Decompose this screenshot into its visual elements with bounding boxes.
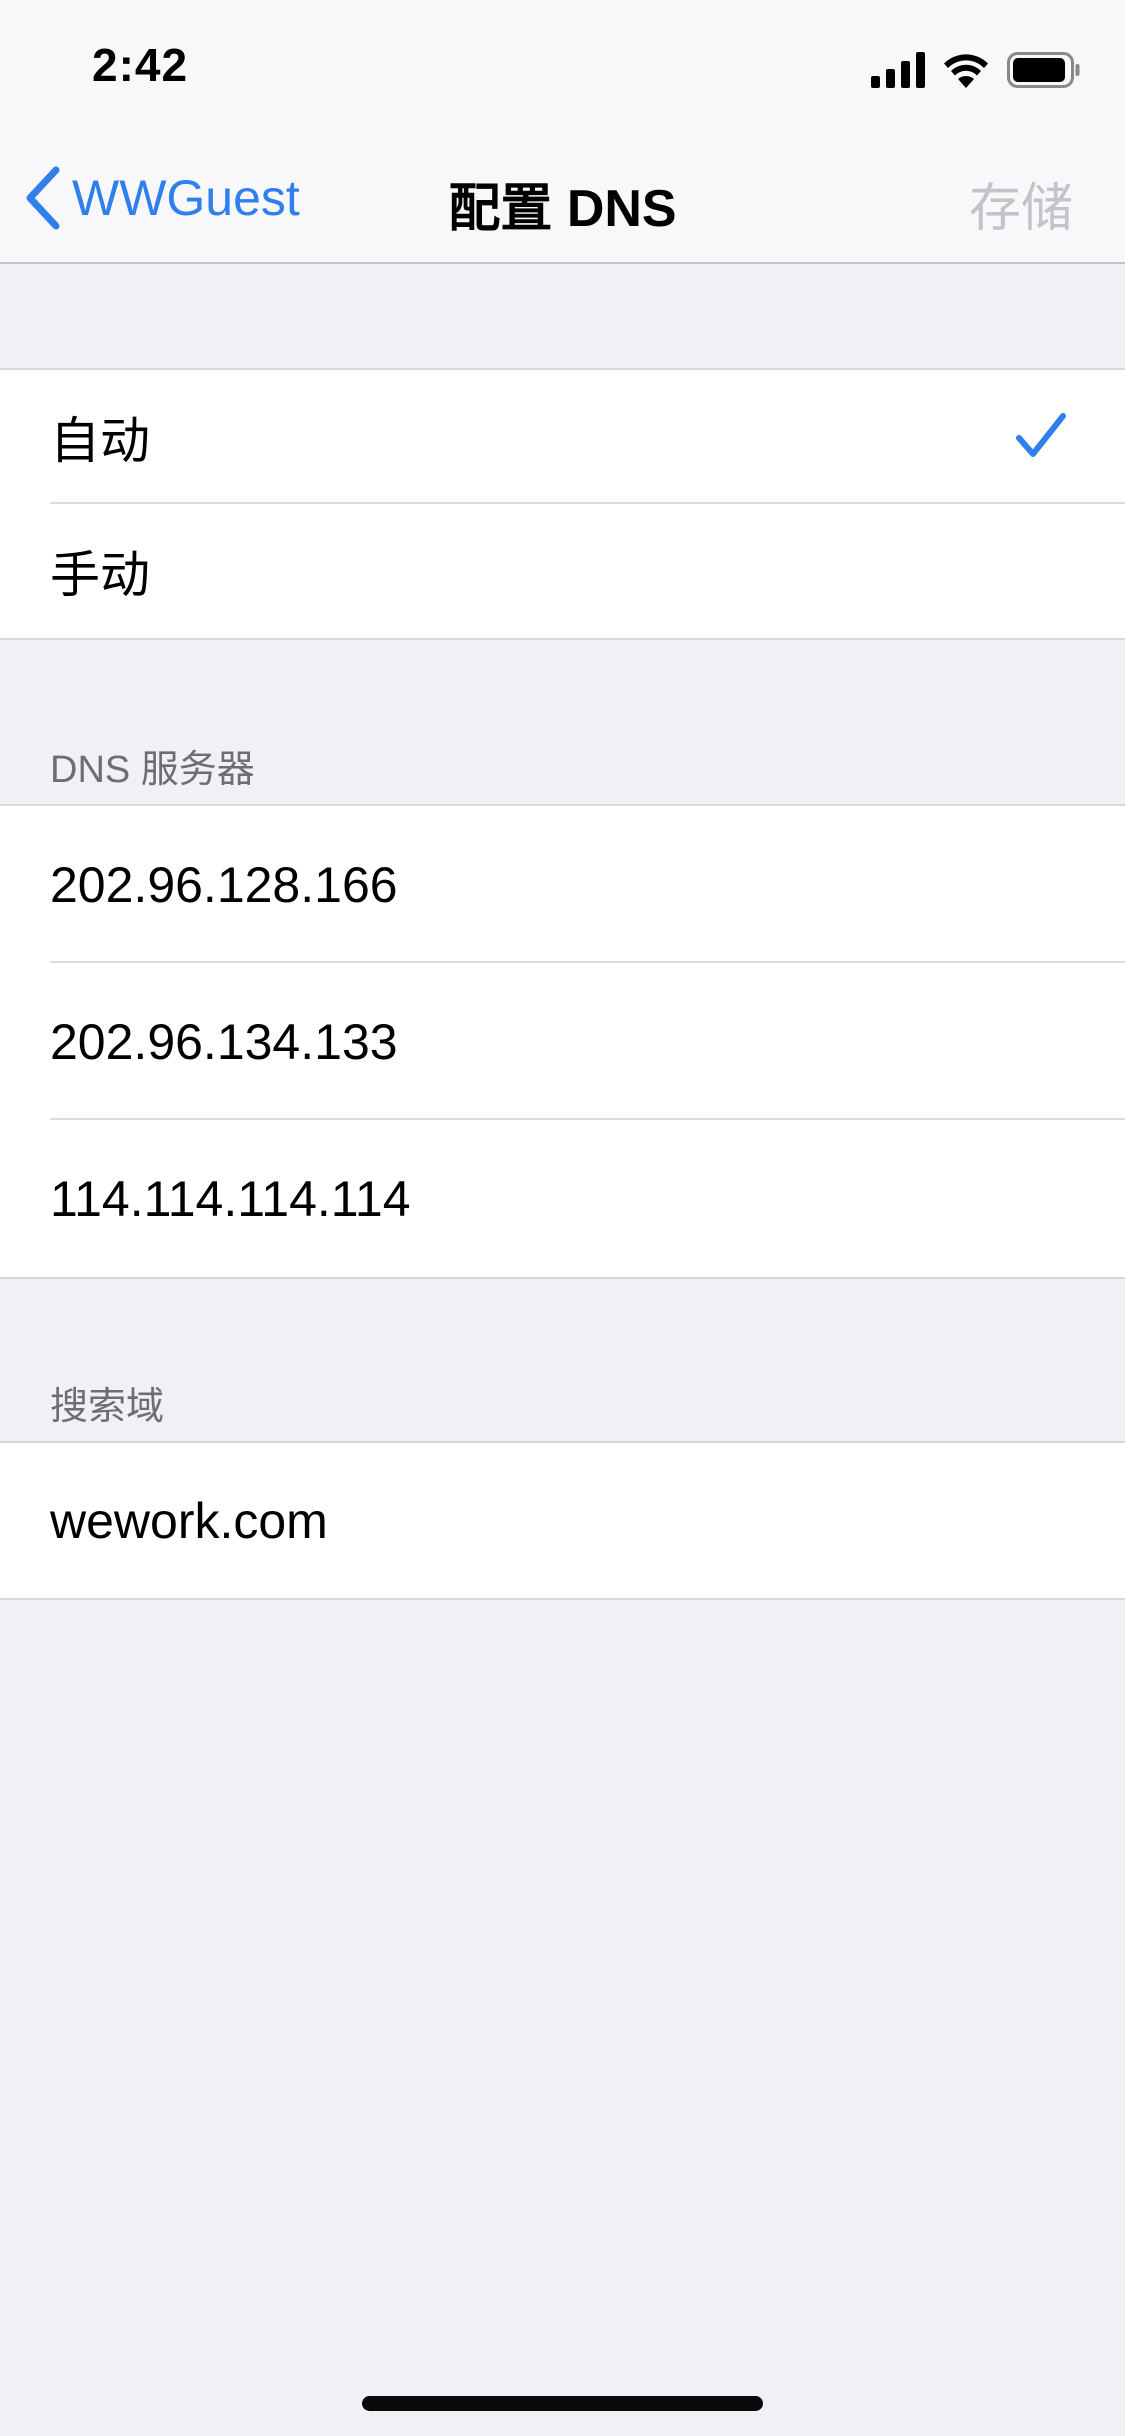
dns-mode-group: 自动 手动 bbox=[0, 368, 1125, 640]
battery-icon bbox=[1007, 52, 1080, 88]
status-time: 2:42 bbox=[92, 39, 189, 91]
cellular-signal-icon bbox=[871, 52, 925, 88]
navigation-bar: WWGuest 配置 DNS 存储 bbox=[0, 132, 1125, 264]
page-title: 配置 DNS bbox=[448, 180, 677, 238]
dns-servers-header: DNS 服务器 bbox=[50, 749, 255, 791]
mode-option-label: 手动 bbox=[50, 547, 150, 603]
mode-option-manual[interactable]: 手动 bbox=[0, 504, 1125, 638]
dns-server-address: 202.96.134.133 bbox=[50, 1013, 398, 1070]
search-domain-row[interactable]: wework.com bbox=[0, 1443, 1125, 1598]
search-domain-value: wework.com bbox=[50, 1492, 328, 1549]
status-icons bbox=[871, 48, 1081, 92]
wifi-icon bbox=[944, 54, 988, 88]
checkmark-icon bbox=[1016, 413, 1066, 457]
dns-servers-group: 202.96.128.166 202.96.134.133 114.114.11… bbox=[0, 804, 1125, 1279]
search-domains-group: wework.com bbox=[0, 1441, 1125, 1600]
dns-server-row[interactable]: 114.114.114.114 bbox=[0, 1120, 1125, 1277]
mode-option-label: 自动 bbox=[50, 413, 150, 469]
dns-server-row[interactable]: 202.96.134.133 bbox=[0, 963, 1125, 1120]
status-bar: 2:42 bbox=[0, 0, 1125, 132]
dns-server-address: 202.96.128.166 bbox=[50, 856, 398, 913]
dns-server-row[interactable]: 202.96.128.166 bbox=[0, 806, 1125, 963]
search-domains-header: 搜索域 bbox=[50, 1386, 165, 1428]
home-indicator[interactable] bbox=[362, 2396, 763, 2411]
mode-option-automatic[interactable]: 自动 bbox=[0, 370, 1125, 504]
save-button[interactable]: 存储 bbox=[969, 166, 1073, 241]
dns-server-address: 114.114.114.114 bbox=[50, 1170, 411, 1227]
